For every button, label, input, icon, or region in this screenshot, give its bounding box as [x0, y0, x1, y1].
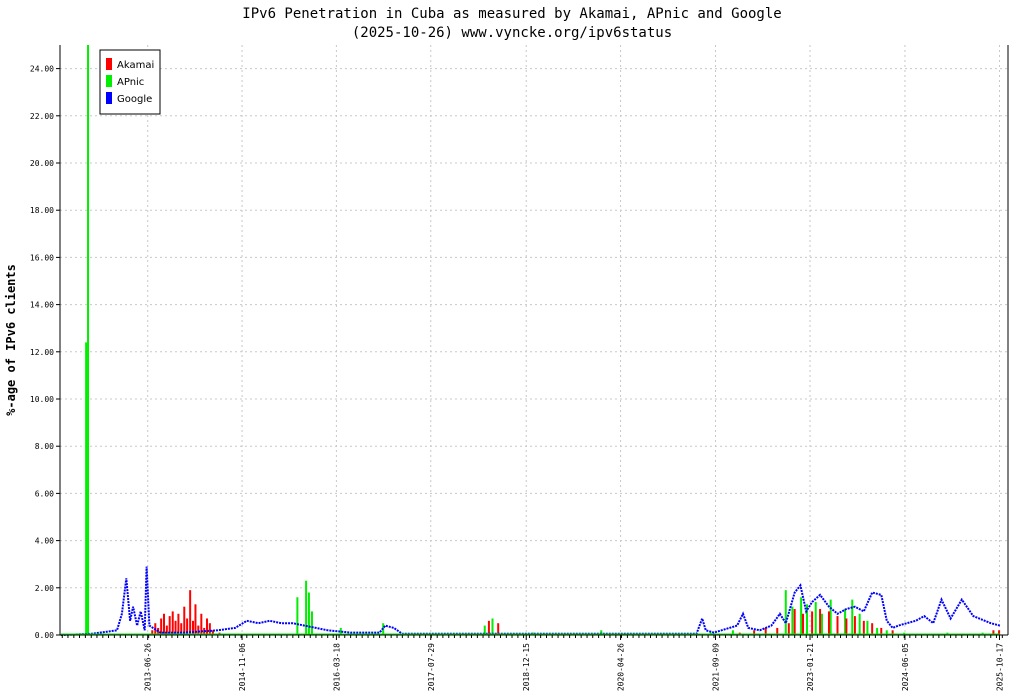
- legend: Akamai APnic Google: [99, 49, 161, 115]
- chart-subtitle: (2025-10-26) www.vyncke.org/ipv6status: [352, 25, 672, 41]
- x-tick-label: 2013-06-26: [144, 643, 153, 691]
- legend-label-google: Google: [117, 94, 152, 105]
- y-tick-label: 2.00: [35, 584, 54, 593]
- x-tick-label: 2020-04-26: [617, 643, 626, 691]
- legend-label-akamai: Akamai: [117, 60, 154, 71]
- y-tick-label: 22.00: [30, 112, 54, 121]
- x-tick-label: 2017-07-29: [427, 643, 436, 691]
- x-tick-label: 2021-09-09: [711, 643, 720, 691]
- y-tick-label: 4.00: [35, 537, 54, 546]
- legend-swatch-akamai: [106, 58, 112, 70]
- x-tick-label: 2014-11-06: [238, 643, 247, 691]
- y-tick-label: 16.00: [30, 253, 54, 262]
- y-tick-label: 24.00: [30, 65, 54, 74]
- y-tick-label: 12.00: [30, 348, 54, 357]
- x-tick-label: 2016-03-18: [332, 643, 341, 691]
- chart: IPv6 Penetration in Cuba as measured by …: [0, 0, 1024, 700]
- legend-label-apnic: APnic: [117, 77, 144, 88]
- y-tick-label: 8.00: [35, 442, 54, 451]
- y-tick-label: 6.00: [35, 489, 54, 498]
- chart-title: IPv6 Penetration in Cuba as measured by …: [242, 6, 781, 22]
- x-tick-label: 2024-06-05: [901, 643, 910, 691]
- x-tick-label: 2025-10-17: [995, 643, 1004, 691]
- x-tick-label: 2018-12-15: [522, 643, 531, 691]
- x-tick-label: 2023-01-21: [806, 643, 815, 691]
- y-tick-label: 10.00: [30, 395, 54, 404]
- legend-swatch-apnic: [106, 75, 112, 87]
- y-tick-label: 18.00: [30, 206, 54, 215]
- y-tick-label: 20.00: [30, 159, 54, 168]
- y-axis-label: %-age of IPv6 clients: [4, 264, 18, 416]
- y-tick-label: 14.00: [30, 301, 54, 310]
- y-tick-label: 0.00: [35, 631, 54, 640]
- legend-swatch-google: [106, 92, 112, 104]
